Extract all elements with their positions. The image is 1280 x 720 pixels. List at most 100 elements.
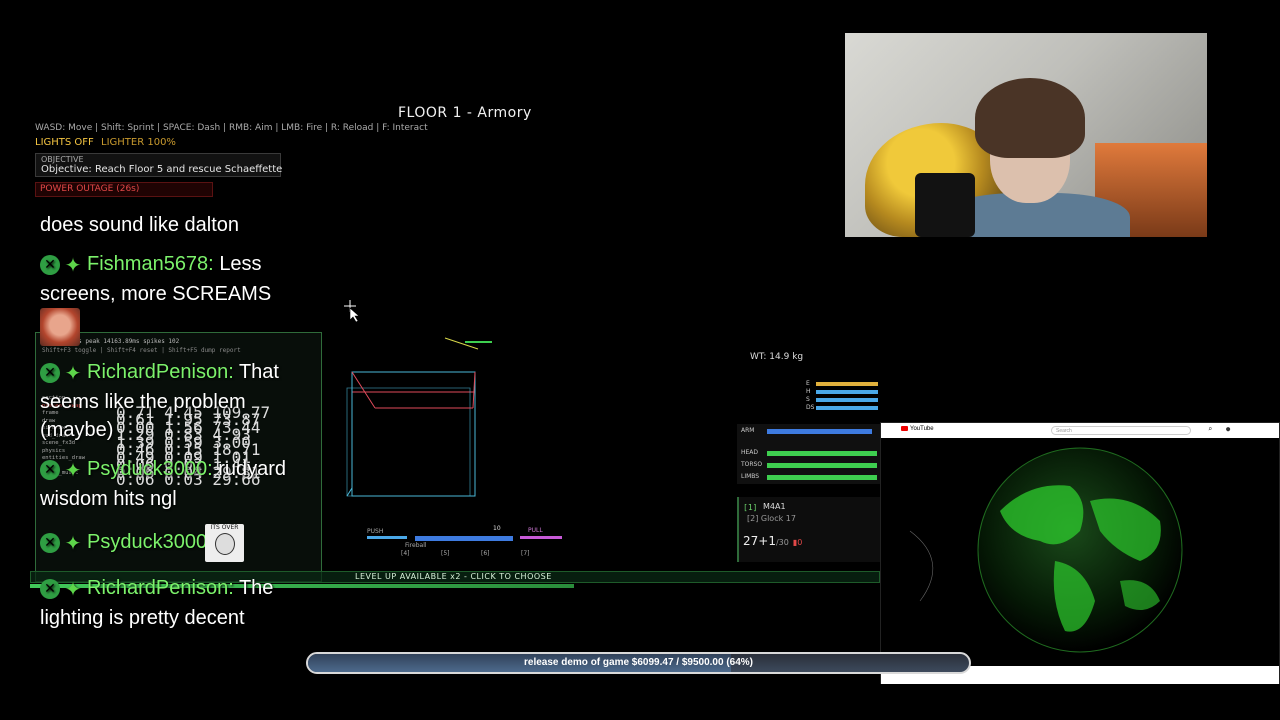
chat-text: lighting is pretty decent (40, 607, 245, 629)
skill-fireball[interactable]: Fireball (405, 542, 427, 549)
chat-text: rudyard (218, 458, 287, 480)
subscriber-badge-icon: ✦ (64, 252, 82, 277)
objective-text: Objective: Reach Floor 5 and rescue Scha… (41, 164, 283, 175)
room-wireframe (346, 371, 476, 497)
resource-row: H (806, 388, 884, 395)
body-part-health-bar (767, 429, 872, 434)
chat-text: That (238, 361, 279, 383)
skill-slot-4[interactable]: [4] (401, 550, 410, 557)
chat-text: Less (219, 253, 262, 275)
pull-cooldown-bar (520, 536, 562, 539)
skill-slot-7[interactable]: [7] (521, 550, 530, 557)
laser-sight (444, 337, 492, 350)
chat-message: ✕ ✦ RichardPenison: That (40, 357, 279, 387)
body-part-label: LIMBS (741, 473, 760, 480)
mag-indicator: ▮0 (792, 538, 803, 547)
chat-message: does sound like dalton (40, 210, 239, 240)
body-part-health-bar (767, 451, 877, 456)
chat-username: RichardPenison: (87, 577, 234, 599)
resource-row: DS (806, 404, 884, 411)
chat-text: (maybe) (40, 419, 114, 441)
moderator-badge-icon: ✕ (40, 362, 60, 383)
subscriber-badge-icon: ✦ (64, 576, 82, 601)
controls-hint: WASD: Move | Shift: Sprint | SPACE: Dash… (35, 123, 428, 133)
power-outage-warning: POWER OUTAGE (26s) (35, 182, 213, 197)
ammo-counter: 27+1/30 ▮0 (743, 534, 802, 548)
youtube-header: YouTube Search ⌕ ● (881, 423, 1279, 438)
body-part-health-bar (767, 463, 877, 468)
body-part-label: ARM (741, 427, 755, 434)
chat-badges: ✕ ✦ (40, 252, 83, 277)
resource-label: H (806, 388, 811, 395)
skill-pull[interactable]: PULL (528, 527, 543, 534)
resource-row: S (806, 396, 884, 403)
webcam-feed (845, 33, 1207, 237)
secondary-weapon: [2] Glock 17 (747, 514, 796, 523)
crosshair-cursor-icon (344, 300, 360, 323)
mana-bar (415, 536, 513, 541)
earth-globe-graphic (909, 447, 1183, 653)
chat-message: lighting is pretty decent (40, 603, 245, 633)
moderator-badge-icon: ✕ (40, 254, 60, 275)
resource-bar (816, 397, 878, 402)
chat-text: does sound like dalton (40, 214, 240, 236)
floor-title: FLOOR 1 - Armory (398, 105, 532, 121)
lighter-label: LIGHTER 100% (101, 137, 176, 148)
resource-bar (816, 389, 878, 394)
youtube-search-input[interactable]: Search (1051, 426, 1191, 435)
chat-username: RichardPenison: (87, 361, 234, 383)
chat-avatar (40, 308, 80, 346)
chat-message: ✕ ✦ Fishman5678: Less (40, 249, 262, 279)
chat-text: wisdom hits ngl (40, 488, 177, 510)
subscriber-badge-icon: ✦ (64, 360, 82, 385)
resource-label: E (806, 380, 810, 387)
chat-username: Fishman5678: (87, 253, 214, 275)
resource-label: DS (806, 404, 815, 411)
microphone (915, 173, 975, 237)
weapon-slot: [1] (743, 503, 758, 512)
chat-text: The (238, 577, 274, 599)
body-part-label: TORSO (741, 461, 763, 468)
chat-message: seems like the problem (40, 387, 246, 417)
skill-slot-6[interactable]: [6] (481, 550, 490, 557)
perf-row: physics (42, 447, 66, 454)
chat-text: seems like the problem (40, 391, 246, 413)
streamer-hair (975, 78, 1085, 158)
resource-bars: E H S DS (806, 380, 884, 412)
chat-message: screens, more SCREAMS (40, 279, 271, 309)
ammo-total: /30 (775, 538, 789, 547)
youtube-logo[interactable]: YouTube (901, 426, 934, 432)
chat-message: wisdom hits ngl (40, 484, 177, 514)
body-part-health-bar (767, 475, 877, 480)
skill-slot-5[interactable]: [5] (441, 550, 450, 557)
chat-badges: ✕ ✦ (40, 459, 83, 480)
donation-goal-text: release demo of game $6099.47 / $9500.00… (523, 657, 754, 668)
chat-message: (maybe) (40, 415, 113, 445)
subscriber-badge-icon: ✦ (64, 530, 82, 555)
youtube-video-player[interactable] (890, 441, 1277, 659)
level-up-text[interactable]: LEVEL UP AVAILABLE x2 - CLICK TO CHOOSE (355, 572, 552, 581)
moderator-badge-icon: ✕ (40, 459, 60, 480)
resource-label: S (806, 396, 810, 403)
weapon-name: M4A1 (763, 502, 786, 511)
lights-off-label: LIGHTS OFF (35, 137, 94, 148)
moderator-badge-icon: ✕ (40, 532, 60, 553)
resource-bar (816, 405, 878, 410)
search-icon[interactable]: ⌕ (1208, 425, 1212, 433)
mic-icon[interactable]: ● (1226, 425, 1230, 433)
skill-count: 10 (493, 525, 501, 532)
weapon-panel: [1] M4A1 [2] Glock 17 27+1/30 ▮0 (737, 497, 880, 562)
chat-username: Psyduck3000: (87, 531, 213, 553)
chat-badges: ✕ ✦ (40, 360, 83, 385)
objective-label: OBJECTIVE (41, 155, 84, 164)
debug-hint: Shift+F3 toggle | Shift+F4 reset | Shift… (42, 347, 241, 354)
body-health-panel: ARM HEAD TORSO LIMBS (737, 424, 880, 484)
youtube-window: YouTube Search ⌕ ● (880, 422, 1280, 684)
chat-message: ✕ ✦ Psyduck3000: rudyard (40, 454, 286, 484)
chat-message: ✕ ✦ Psyduck3000: (40, 527, 213, 557)
donation-goal-bar: release demo of game $6099.47 / $9500.00… (306, 652, 971, 674)
body-part-label: HEAD (741, 449, 759, 456)
chat-badges: ✕ ✦ (40, 530, 83, 555)
skill-push[interactable]: PUSH (367, 528, 383, 535)
resource-row: E (806, 380, 884, 387)
